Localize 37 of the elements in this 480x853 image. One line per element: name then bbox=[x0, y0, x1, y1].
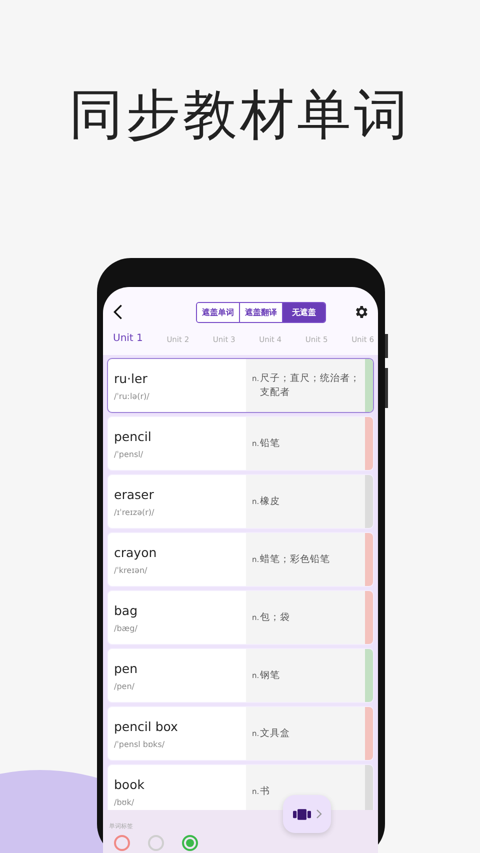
unit-tab[interactable]: Unit 1 bbox=[113, 333, 143, 355]
phonetic-text: /pen/ bbox=[114, 682, 136, 690]
word-text: pencil bbox=[114, 428, 152, 444]
meaning-text: 书 bbox=[260, 784, 270, 798]
phonetic-text: /ˈkreɪən/ bbox=[114, 566, 148, 574]
phonetic-text: /ˈpensl bɒks/ bbox=[114, 740, 166, 748]
mask-mode-tab[interactable]: 遮盖单词 bbox=[197, 302, 240, 322]
settings-icon[interactable] bbox=[353, 304, 369, 320]
meaning-text: 蜡笔；彩色铅笔 bbox=[260, 552, 330, 566]
word-text: crayon bbox=[114, 544, 158, 560]
mask-mode-tab[interactable]: 无遮盖 bbox=[283, 302, 325, 322]
word-text: eraser bbox=[114, 486, 155, 502]
tag-radio[interactable] bbox=[114, 835, 130, 851]
phonetic-text: /ˈpensl/ bbox=[114, 450, 144, 458]
phonetic-text: /bæg/ bbox=[114, 624, 138, 632]
word-text: pencil box bbox=[114, 718, 179, 734]
back-icon[interactable] bbox=[113, 304, 123, 320]
cards-icon bbox=[292, 808, 310, 820]
meaning-text: 橡皮 bbox=[260, 494, 280, 508]
meaning-text: 铅笔 bbox=[260, 436, 280, 450]
meaning-text: 尺子；直尺；统治者；支配者 bbox=[260, 372, 361, 400]
floating-button[interactable] bbox=[283, 795, 331, 833]
meaning-text: 包；袋 bbox=[260, 610, 290, 624]
chevron-icon bbox=[316, 809, 322, 819]
word-text: bag bbox=[114, 602, 139, 618]
tag-radio[interactable] bbox=[148, 835, 164, 851]
tag-radio[interactable] bbox=[182, 835, 198, 851]
word-text: pen bbox=[114, 660, 139, 676]
meaning-text: 钢笔 bbox=[260, 668, 280, 682]
phonetic-text: /ˈruːlə(r)/ bbox=[114, 392, 150, 400]
word-text: book bbox=[114, 776, 146, 792]
meaning-text: 文具盒 bbox=[260, 726, 290, 740]
mask-mode-tab[interactable]: 遮盖翻译 bbox=[240, 302, 283, 322]
word-text: ru·ler bbox=[114, 370, 148, 386]
headline: 同步教材单词 bbox=[68, 82, 412, 148]
phonetic-text: /bʊk/ bbox=[114, 798, 136, 806]
phonetic-text: /ɪˈreɪzə(r)/ bbox=[114, 508, 156, 516]
